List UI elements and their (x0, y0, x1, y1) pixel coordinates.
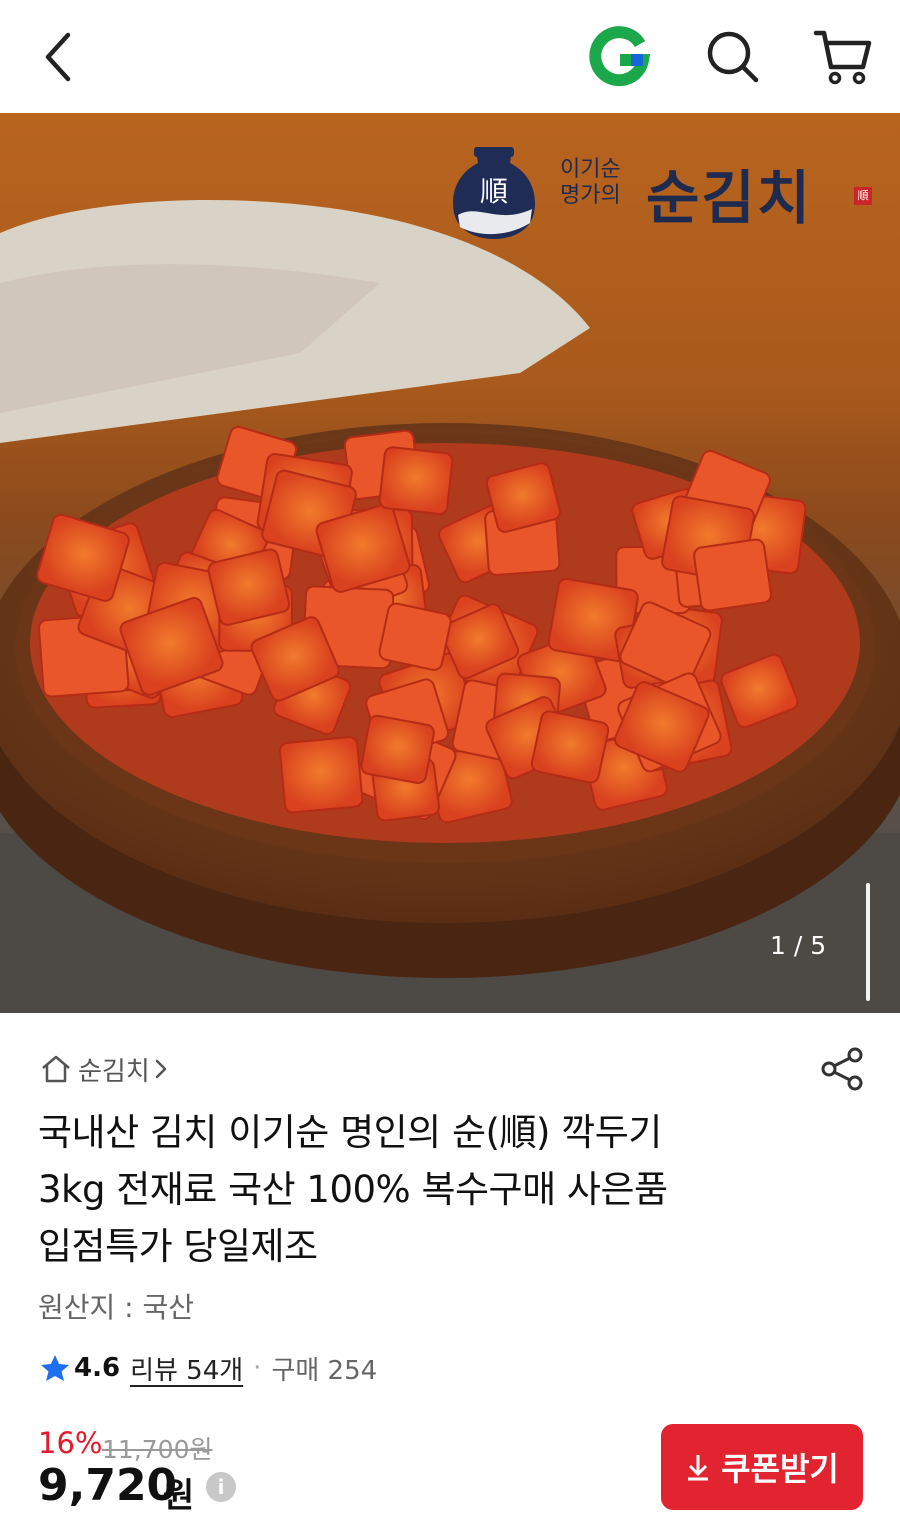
radish-cube (360, 714, 435, 784)
review-link[interactable]: 리뷰 54개 (130, 1350, 243, 1387)
rating-score: 4.6 (74, 1353, 121, 1383)
price-unit: 원 (163, 1476, 195, 1516)
brand-logo: 順 이기순 명가의 순김치 順 (448, 143, 878, 243)
product-title-line: 3kg 전재료 국산 100% 복수구매 사은품 (38, 1168, 668, 1211)
g-logo-icon (589, 26, 651, 87)
coupon-label: 쿠폰받기 (721, 1451, 839, 1487)
chevron-left-icon (45, 32, 71, 82)
image-counter: 1 / 5 (770, 931, 827, 960)
product-title: 국내산 김치 이기순 명인의 순(順) 깍두기 3kg 전재료 국산 100% … (38, 1104, 838, 1275)
brand-seal-icon: 順 (453, 147, 535, 239)
kkakdugi-photo (0, 200, 900, 1013)
product-image-carousel[interactable]: 順 이기순 명가의 순김치 順 1 / 5 (0, 113, 900, 1013)
store-link[interactable]: 순김치 (40, 1050, 168, 1088)
radish-cube (378, 602, 452, 671)
radish-cube (279, 736, 364, 814)
product-title-line: 국내산 김치 이기순 명인의 순(順) 깍두기 (38, 1111, 662, 1154)
separator-dot: · (253, 1353, 262, 1383)
back-button[interactable] (28, 24, 88, 90)
gmarket-home-logo[interactable] (584, 24, 654, 90)
share-button[interactable] (820, 1046, 866, 1092)
top-navigation-bar (0, 0, 900, 113)
store-name: 순김치 (78, 1056, 150, 1087)
star-icon (41, 1355, 69, 1381)
brand-name: 순김치 (646, 164, 813, 232)
radish-cube (530, 710, 610, 784)
coupon-download-button[interactable]: 쿠폰받기 (661, 1424, 863, 1510)
chevron-right-icon (155, 1059, 167, 1079)
brand-stamp: 順 (854, 187, 872, 205)
price-info-icon[interactable]: i (206, 1472, 236, 1502)
share-icon (821, 1047, 863, 1091)
brand-subtitle: 이기순 명가의 (560, 157, 621, 208)
product-title-line: 입점특가 당일제조 (38, 1225, 318, 1268)
radish-cube (378, 446, 454, 515)
cart-button[interactable] (810, 24, 876, 90)
rating-row: 4.6 리뷰 54개 · 구매 254 (40, 1348, 377, 1388)
origin-info: 원산지 : 국산 (38, 1291, 195, 1324)
download-icon (685, 1452, 711, 1482)
sale-price: 9,720 (38, 1460, 178, 1511)
discount-rate: 16% (38, 1426, 103, 1460)
search-button[interactable] (700, 24, 766, 90)
svg-text:順: 順 (480, 175, 508, 208)
cart-icon (813, 30, 872, 85)
home-icon (42, 1055, 70, 1083)
image-scroll-indicator (866, 883, 870, 1001)
purchase-count: 구매 254 (271, 1355, 378, 1386)
search-icon (707, 31, 759, 83)
radish-cube (693, 538, 772, 612)
